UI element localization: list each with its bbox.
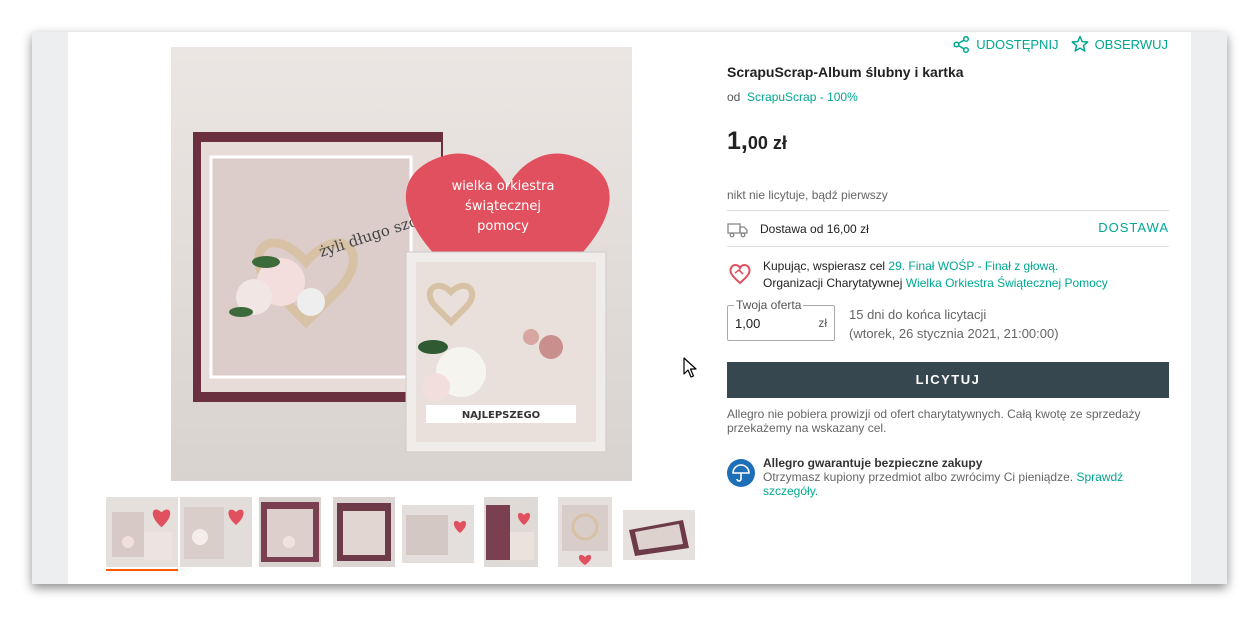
guarantee-title: Allegro gwarantuje bezpieczne zakupy: [763, 456, 983, 470]
delivery-row: Dostawa od 16,00 zł DOSTAWA: [727, 219, 1169, 241]
thumbnail-strip: [106, 497, 706, 571]
delivery-link[interactable]: DOSTAWA: [1098, 220, 1169, 235]
thumbnail-2[interactable]: [180, 497, 252, 569]
guarantee-text: Otrzymasz kupiony przedmiot albo zwrócim…: [763, 470, 1074, 484]
share-label: UDOSTĘPNIJ: [976, 36, 1059, 52]
heart-text-1: wielka orkiestra: [452, 179, 555, 194]
product-title: ScrapuScrap-Album ślubny i kartka: [727, 64, 964, 80]
card-banner-text: NAJLEPSZEGO: [462, 410, 540, 421]
heart-text-3: pomocy: [477, 219, 529, 234]
seller-link[interactable]: ScrapuScrap - 100%: [747, 90, 858, 104]
main-photo-image: żyli długo szczęśliwie wielka orkiestra …: [171, 47, 632, 481]
thumbnail-7[interactable]: [558, 497, 612, 569]
delivery-text: Dostawa od 16,00 zł: [760, 222, 869, 236]
heart-text-2: świątecznej: [465, 199, 541, 214]
offer-label: Twoja oferta: [734, 298, 804, 312]
guarantee-body: Otrzymasz kupiony przedmiot albo zwrócim…: [763, 470, 1163, 498]
umbrella-icon: [727, 459, 755, 487]
thumbnail-3[interactable]: [259, 497, 321, 569]
charity-text: Kupując, wspierasz cel 29. Finał WOŚP - …: [763, 258, 1108, 292]
bid-button[interactable]: LICYTUJ: [727, 362, 1169, 398]
top-actions: UDOSTĘPNIJ OBSERWUJ: [953, 35, 1168, 53]
share-button[interactable]: UDOSTĘPNIJ: [953, 35, 1059, 53]
watch-label: OBSERWUJ: [1094, 36, 1168, 52]
bids-status: nikt nie licytuje, bądź pierwszy: [727, 188, 888, 202]
offer-currency: zł: [818, 316, 827, 330]
star-icon: [1071, 35, 1089, 52]
charity-org-link[interactable]: Wielka Orkiestra Świątecznej Pomocy: [906, 276, 1108, 290]
main-product-photo[interactable]: żyli długo szczęśliwie wielka orkiestra …: [171, 47, 632, 481]
charity-note: Allegro nie pobiera prowizji od ofert ch…: [727, 407, 1141, 435]
price-main: 1,: [727, 127, 748, 155]
auction-time: 15 dni do końca licytacji (wtorek, 26 st…: [849, 305, 1059, 343]
end-date: (wtorek, 26 stycznia 2021, 21:00:00): [849, 326, 1059, 341]
truck-icon: [727, 223, 748, 238]
divider: [727, 246, 1169, 247]
offer-input[interactable]: Twoja oferta 1,00 zł: [727, 298, 835, 341]
thumbnail-8[interactable]: [623, 497, 695, 569]
charity-line1-prefix: Kupując, wspierasz cel: [763, 259, 886, 273]
thumbnail-4[interactable]: [333, 497, 395, 569]
seller-prefix: od: [727, 90, 741, 104]
watch-button[interactable]: OBSERWUJ: [1071, 35, 1168, 53]
mouse-cursor-icon: [683, 357, 697, 378]
heart-icon: [729, 264, 751, 285]
charity-line2-prefix: Organizacji Charytatywnej: [763, 276, 903, 290]
offer-value[interactable]: 1,00: [735, 316, 760, 331]
thumbnail-6[interactable]: [484, 497, 538, 569]
time-left: 15 dni do końca licytacji: [849, 307, 987, 322]
thumbnail-1[interactable]: [106, 497, 178, 571]
price: 1,00 zł: [727, 127, 787, 156]
seller-line: od ScrapuScrap - 100%: [727, 90, 858, 104]
charity-goal-link[interactable]: 29. Finał WOŚP - Finał z głową.: [888, 259, 1058, 273]
thumbnail-5[interactable]: [402, 497, 474, 569]
divider: [727, 210, 1169, 211]
share-icon: [953, 35, 970, 53]
price-fraction: 00 zł: [747, 133, 787, 153]
